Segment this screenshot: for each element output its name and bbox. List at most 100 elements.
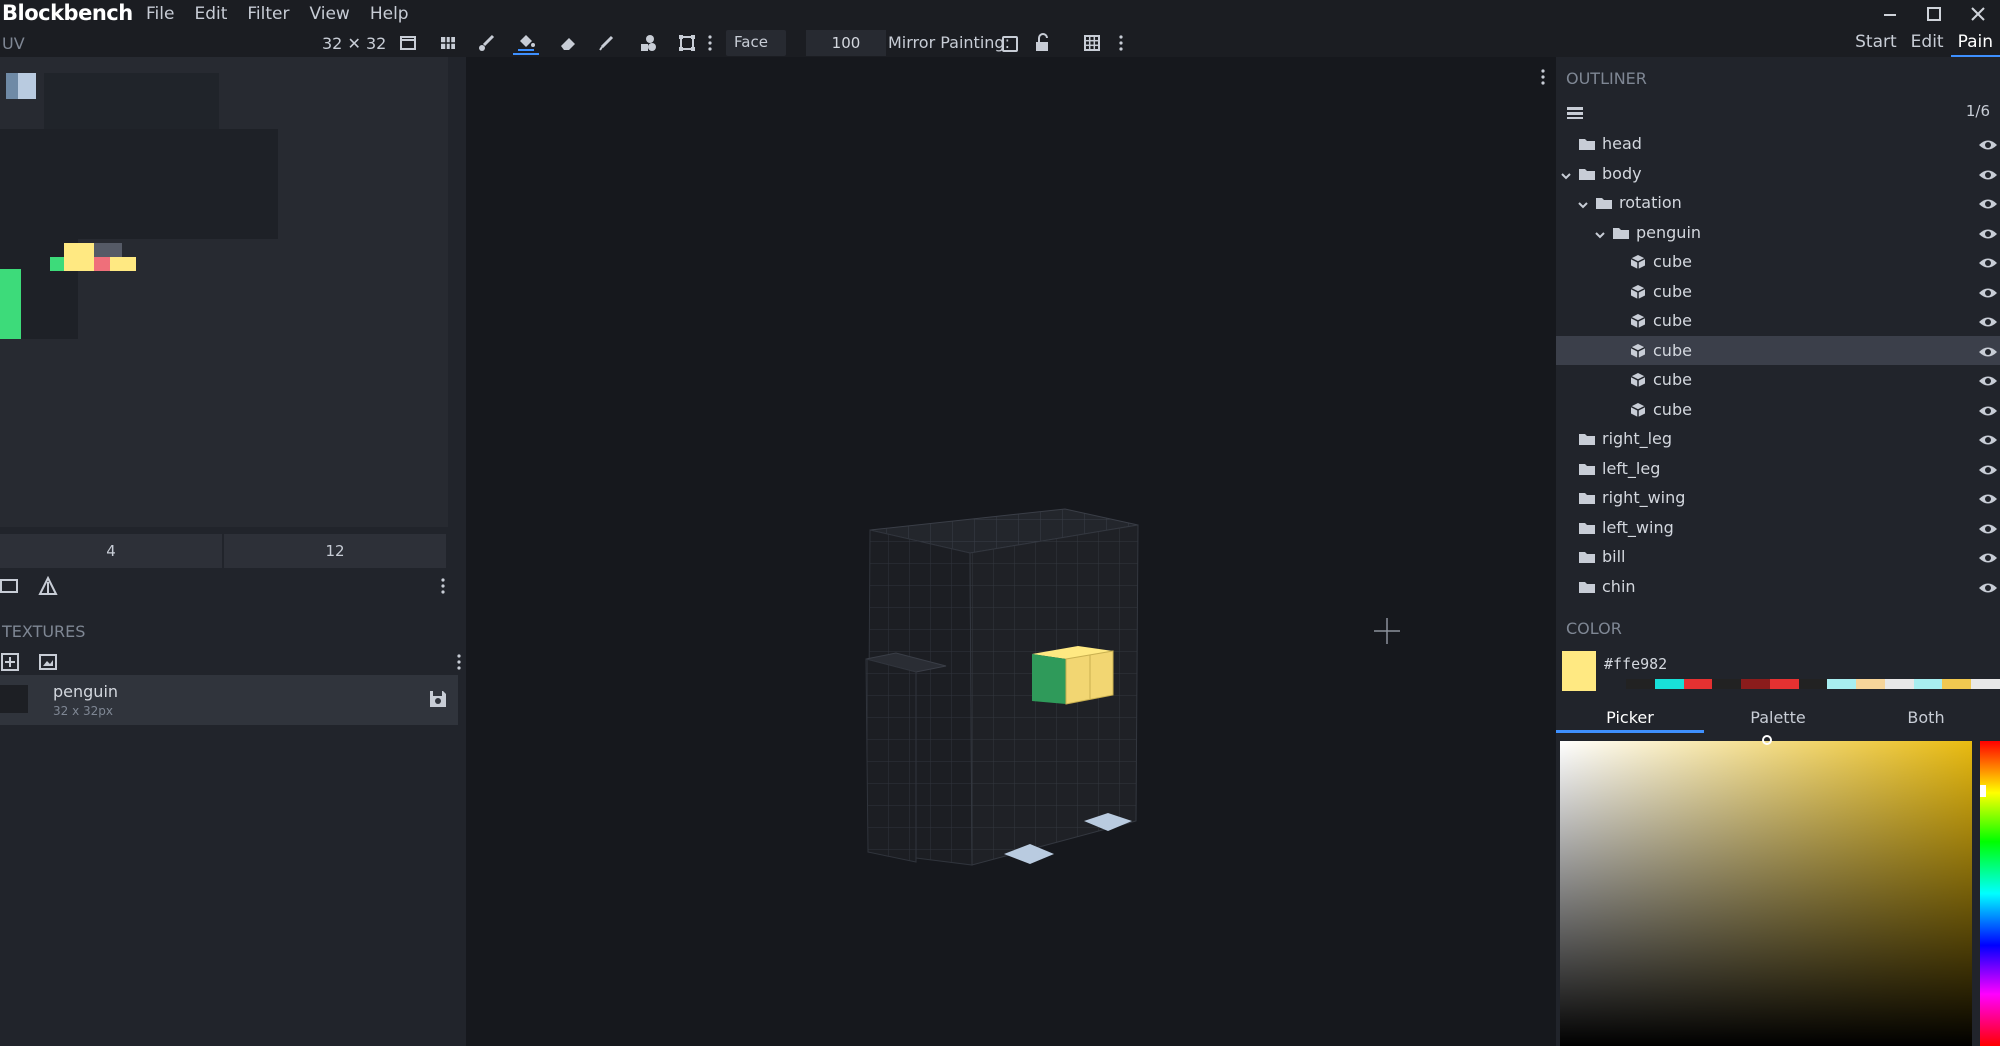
palette-swatch[interactable] (1942, 679, 1972, 689)
add-texture-icon[interactable] (0, 652, 20, 672)
eye-icon[interactable] (1978, 432, 1998, 446)
fullscreen-icon[interactable] (395, 31, 421, 55)
eye-icon[interactable] (1978, 580, 1998, 594)
eye-icon[interactable] (1978, 167, 1998, 181)
menu-file[interactable]: File (136, 4, 184, 24)
tab-picker[interactable]: Picker (1556, 703, 1704, 733)
eye-icon[interactable] (1978, 226, 1998, 240)
outliner-cube-row[interactable]: cube (1556, 277, 2000, 307)
color-picker-icon[interactable] (594, 31, 620, 55)
palette-swatch[interactable] (1884, 679, 1914, 689)
brush-size-input[interactable]: 100 (806, 30, 886, 56)
uv-value-y[interactable]: 12 (224, 534, 448, 568)
palette-swatch[interactable] (1827, 679, 1857, 689)
palette-swatch[interactable] (1683, 679, 1713, 689)
eye-icon[interactable] (1978, 403, 1998, 417)
uv-editor[interactable] (0, 57, 448, 527)
menu-edit[interactable]: Edit (184, 4, 237, 24)
outliner-cube-row[interactable]: cube (1556, 306, 2000, 336)
palette-swatch[interactable] (1798, 679, 1828, 689)
eye-icon[interactable] (1978, 137, 1998, 151)
uv-face[interactable] (0, 269, 21, 339)
eye-icon[interactable] (1978, 521, 1998, 535)
outliner-group-row[interactable]: head (1556, 129, 2000, 159)
chevron-down-icon[interactable] (1560, 167, 1572, 179)
uv-face[interactable] (110, 257, 136, 271)
outliner-group-row[interactable]: right_leg (1556, 424, 2000, 454)
minimize-icon[interactable] (1868, 0, 1912, 28)
eye-icon[interactable] (1978, 255, 1998, 269)
face-select[interactable]: Face ▾ (726, 30, 786, 69)
palette-swatch[interactable] (1769, 679, 1799, 689)
outliner-cube-row[interactable]: cube (1556, 365, 2000, 395)
eye-icon[interactable] (1978, 462, 1998, 476)
shape-icon[interactable] (635, 31, 661, 55)
chevron-down-icon[interactable] (1594, 226, 1606, 238)
menu-help[interactable]: Help (360, 4, 419, 24)
palette-swatch[interactable] (1913, 679, 1943, 689)
texture-item[interactable]: penguin 32 x 32px (0, 675, 458, 725)
fill-bucket-icon[interactable] (513, 31, 539, 55)
uv-face[interactable] (18, 73, 36, 99)
close-icon[interactable] (1956, 0, 2000, 28)
tab-palette[interactable]: Palette (1704, 703, 1852, 733)
outliner-cube-row[interactable]: cube (1556, 395, 2000, 425)
more-options-icon[interactable] (704, 31, 716, 55)
menu-filter[interactable]: Filter (237, 4, 299, 24)
hue-slider-handle[interactable] (1980, 785, 1986, 797)
chevron-down-icon[interactable] (1577, 196, 1589, 209)
outliner-group-row[interactable]: body (1556, 159, 2000, 189)
outliner-group-row[interactable]: chin (1556, 572, 2000, 602)
lock-open-icon[interactable] (1029, 31, 1055, 55)
eye-icon[interactable] (1978, 285, 1998, 299)
outliner-group-row[interactable]: penguin (1556, 218, 2000, 248)
grid-view-icon[interactable] (435, 31, 461, 55)
outliner-group-row[interactable]: rotation (1556, 188, 2000, 218)
palette-swatch[interactable] (1741, 679, 1770, 689)
eye-icon[interactable] (1978, 344, 1998, 358)
palette-swatch[interactable] (1712, 679, 1742, 689)
tab-both[interactable]: Both (1852, 703, 2000, 733)
eye-icon[interactable] (1978, 196, 1998, 210)
eye-icon[interactable] (1978, 550, 1998, 564)
uv-face[interactable] (50, 257, 64, 271)
grid-icon[interactable] (1079, 31, 1105, 55)
hue-slider[interactable] (1980, 741, 2000, 1046)
color-picker-area[interactable] (1560, 735, 1972, 1046)
palette-swatch[interactable] (1971, 679, 2000, 689)
color-swatch[interactable] (1562, 651, 1596, 691)
maximize-icon[interactable] (1912, 0, 1956, 28)
uv-face[interactable] (94, 243, 122, 257)
outliner-cube-row[interactable]: cube (1556, 247, 2000, 277)
eye-icon[interactable] (1978, 373, 1998, 387)
eraser-icon[interactable] (555, 31, 581, 55)
more-options-icon[interactable] (1115, 31, 1127, 55)
penguin-model[interactable] (468, 57, 1554, 1046)
save-icon[interactable] (428, 689, 448, 709)
tab-start[interactable]: Start (1848, 32, 1904, 57)
tab-paint[interactable]: Pain (1950, 32, 2000, 57)
eye-icon[interactable] (1978, 491, 1998, 505)
uv-value-x[interactable]: 4 (0, 534, 224, 568)
mirror-painting-checkbox[interactable] (1002, 36, 1018, 52)
viewport[interactable] (468, 57, 1554, 1046)
uv-face[interactable] (0, 129, 278, 239)
uv-face[interactable] (94, 257, 110, 271)
outliner-group-row[interactable]: left_leg (1556, 454, 2000, 484)
palette-swatch[interactable] (1856, 679, 1885, 689)
tab-edit[interactable]: Edit (1904, 32, 1951, 57)
uv-face[interactable] (64, 243, 94, 271)
uv-face[interactable] (44, 73, 219, 131)
more-options-icon[interactable] (456, 652, 462, 672)
import-texture-icon[interactable] (38, 652, 58, 672)
rectangle-icon[interactable] (0, 576, 20, 596)
palette-swatch[interactable] (1654, 679, 1684, 689)
outliner-group-row[interactable]: left_wing (1556, 513, 2000, 543)
brush-icon[interactable] (474, 31, 500, 55)
eye-icon[interactable] (1978, 314, 1998, 328)
color-hex-input[interactable]: #ffe982 (1604, 655, 1667, 673)
outliner-cube-row[interactable]: cube (1556, 335, 2000, 365)
more-options-icon[interactable] (440, 576, 446, 596)
outliner-group-row[interactable]: right_wing (1556, 483, 2000, 513)
palette-swatch[interactable] (1626, 679, 1655, 689)
